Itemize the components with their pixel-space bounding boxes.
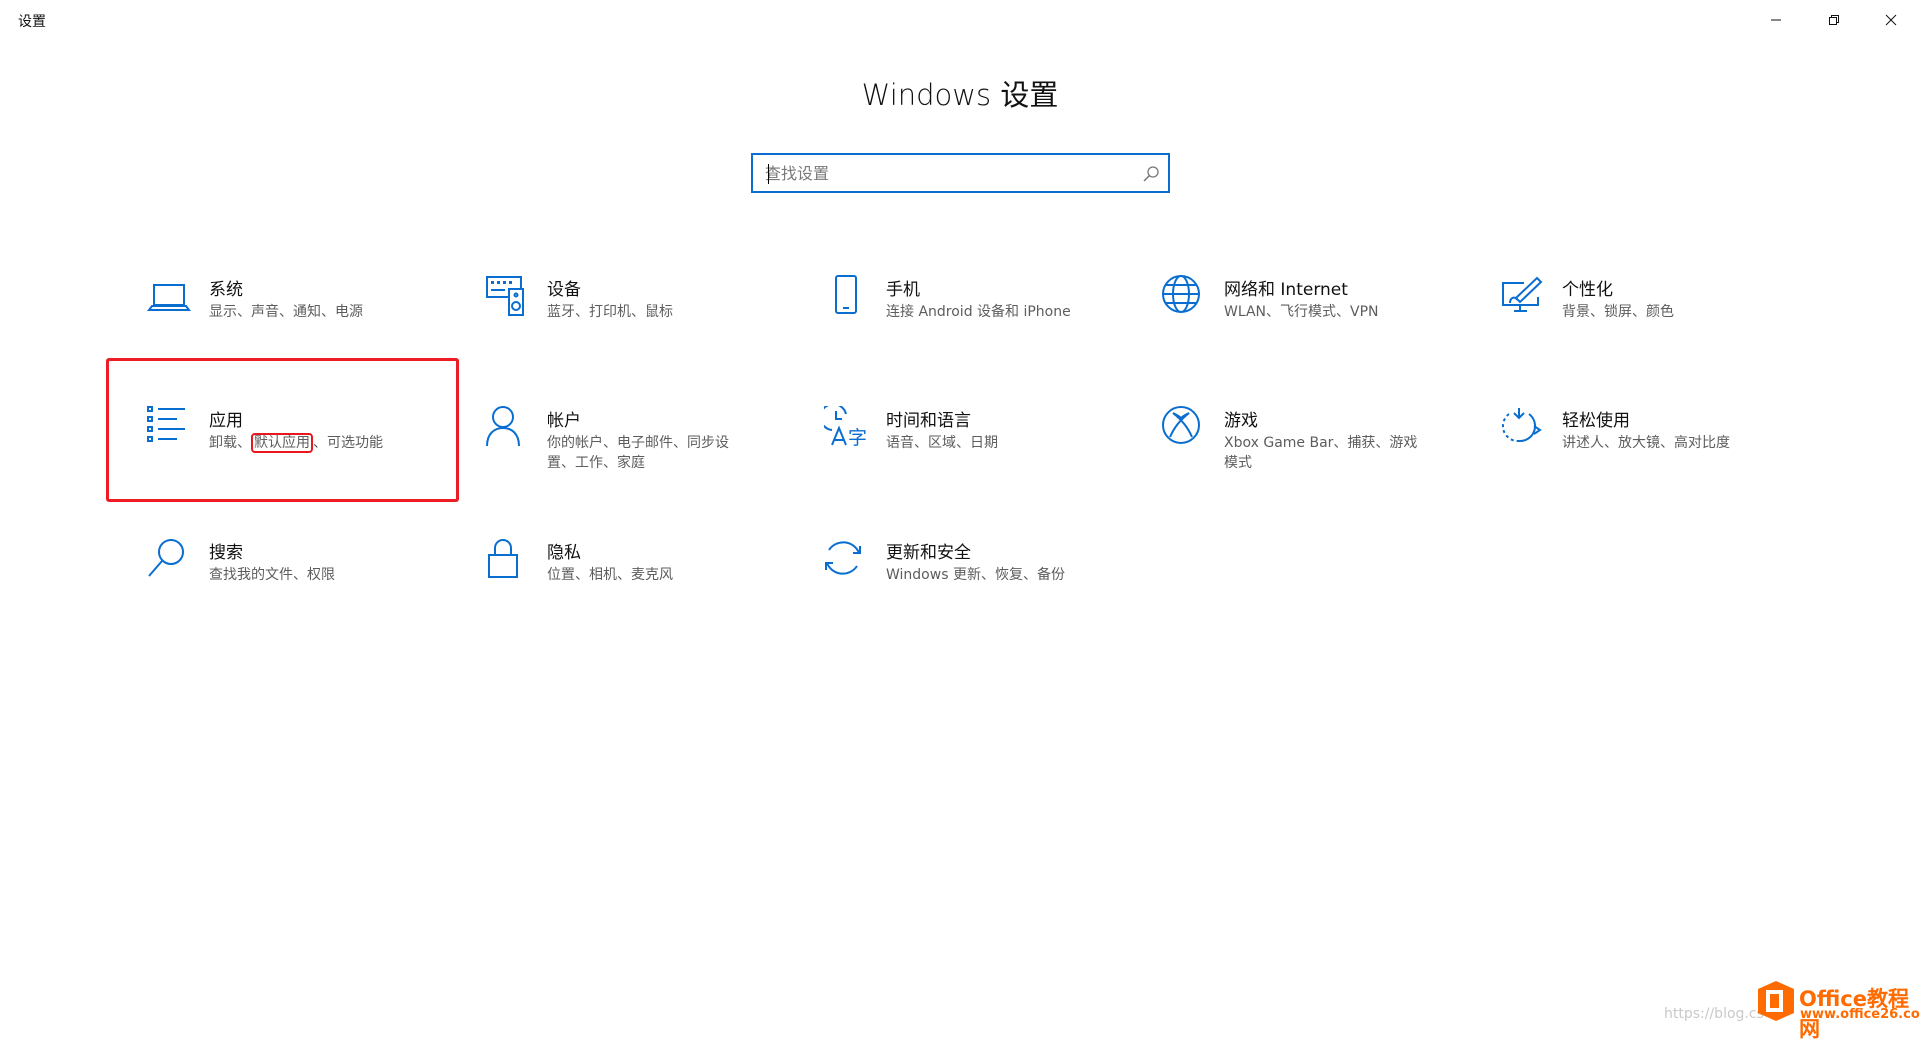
search-icon[interactable] [1142,165,1160,183]
laptop-icon [147,284,191,311]
tile-update-security[interactable]: 更新和安全 Windows 更新、恢复、备份 [824,538,1154,638]
tile-network[interactable]: 网络和 Internet WLAN、飞行模式、VPN [1162,275,1492,375]
tile-description: 显示、声音、通知、电源 [209,302,459,322]
svg-text:字: 字 [848,427,867,449]
watermark-site: www.office26.com [1800,1007,1920,1022]
phone-icon [835,275,857,314]
tile-gaming[interactable]: 游戏 Xbox Game Bar、捕获、游戏 模式 [1162,406,1492,506]
tile-personalization[interactable]: 个性化 背景、锁屏、颜色 [1500,275,1830,375]
tile-name: 更新和安全 [886,543,971,563]
paint-monitor-icon [1502,276,1543,312]
tile-description-text: 蓝牙、打印机、鼠标 [547,304,673,320]
ease-of-access-icon [1501,408,1542,443]
tile-description: Xbox Game Bar、捕获、游戏 模式 [1224,433,1474,473]
tile-description-text: 查找我的文件、权限 [209,567,335,583]
tile-description: Windows 更新、恢复、备份 [886,565,1136,585]
tile-description-text: 语音、区域、日期 [886,435,998,451]
tile-description: 语音、区域、日期 [886,433,1136,453]
globe-icon [1162,275,1200,313]
keyboard-speaker-icon [486,276,524,316]
tile-description-text: Xbox Game Bar、捕获、游戏 [1224,435,1418,451]
tile-description: 位置、相机、麦克风 [547,565,797,585]
search-input[interactable] [765,155,1125,191]
close-icon [1885,14,1897,26]
default-apps-link[interactable]: 默认应用 [251,433,313,453]
tile-description-text: 连接 Android 设备和 iPhone [886,304,1071,320]
tile-description-text: WLAN、飞行模式、VPN [1224,304,1379,320]
clock-language-icon: 字 [824,406,867,449]
tile-description-text: 模式 [1224,455,1252,471]
minimize-icon [1771,19,1781,21]
search-box[interactable] [751,153,1170,193]
tile-description: 卸载、 默认应用 、可选功能 [209,433,459,453]
restore-icon [1829,15,1839,25]
tile-name: 帐户 [547,411,581,431]
minimize-button[interactable] [1747,0,1805,40]
tile-description-text: 、可选功能 [313,435,383,451]
tile-description-text: 置、工作、家庭 [547,455,645,471]
close-button[interactable] [1862,0,1920,40]
lock-icon [488,539,518,578]
watermark-url: https://blog.cs [1664,1006,1764,1022]
tile-devices[interactable]: 设备 蓝牙、打印机、鼠标 [485,275,815,375]
tile-name: 应用 [209,411,243,431]
tile-description: 你的帐户、电子邮件、同步设 置、工作、家庭 [547,433,797,473]
tile-name: 轻松使用 [1562,411,1630,431]
tile-description-text: Windows 更新、恢复、备份 [886,567,1065,583]
tile-description-text: 你的帐户、电子邮件、同步设 [547,435,729,451]
office-logo-icon [1758,981,1794,1021]
tile-description: 讲述人、放大镜、高对比度 [1562,433,1812,453]
tile-phone[interactable]: 手机 连接 Android 设备和 iPhone [824,275,1154,375]
sync-icon [825,541,861,575]
tile-description: 背景、锁屏、颜色 [1562,302,1812,322]
tile-description-text: 卸载、 [209,435,251,451]
tile-apps[interactable]: 应用 卸载、 默认应用 、可选功能 [147,406,477,506]
tile-description: 连接 Android 设备和 iPhone [886,302,1136,322]
page-title: Windows 设置 [861,78,1059,112]
xbox-icon [1162,406,1200,444]
tile-system[interactable]: 系统 显示、声音、通知、电源 [147,275,477,375]
tile-description: 蓝牙、打印机、鼠标 [547,302,797,322]
tile-description: 查找我的文件、权限 [209,565,459,585]
tile-name: 系统 [209,280,243,300]
window-title: 设置 [18,14,46,30]
title-bar: 设置 [0,0,1920,40]
tile-description-text: 位置、相机、麦克风 [547,567,673,583]
text-caret [768,164,769,184]
person-icon [486,406,520,447]
tile-name: 网络和 Internet [1224,280,1348,300]
tile-accounts[interactable]: 帐户 你的帐户、电子邮件、同步设 置、工作、家庭 [485,406,815,506]
tile-name: 隐私 [547,543,581,563]
tile-description-text: 讲述人、放大镜、高对比度 [1562,435,1730,451]
tile-description-text: 显示、声音、通知、电源 [209,304,363,320]
tile-ease-of-access[interactable]: 轻松使用 讲述人、放大镜、高对比度 [1500,406,1830,506]
tile-name: 搜索 [209,543,243,563]
restore-button[interactable] [1805,0,1863,40]
tile-search[interactable]: 搜索 查找我的文件、权限 [147,538,477,638]
tile-name: 个性化 [1562,280,1613,300]
app-list-icon [147,406,185,442]
tile-name: 时间和语言 [886,411,971,431]
tile-description: WLAN、飞行模式、VPN [1224,302,1474,322]
tile-name: 手机 [886,280,920,300]
tile-privacy[interactable]: 隐私 位置、相机、麦克风 [485,538,815,638]
tile-name: 游戏 [1224,411,1258,431]
tile-time-language[interactable]: 字 时间和语言 语音、区域、日期 [824,406,1154,506]
magnifier-icon [148,539,184,577]
tile-description-text: 背景、锁屏、颜色 [1562,304,1674,320]
tile-name: 设备 [547,280,581,300]
